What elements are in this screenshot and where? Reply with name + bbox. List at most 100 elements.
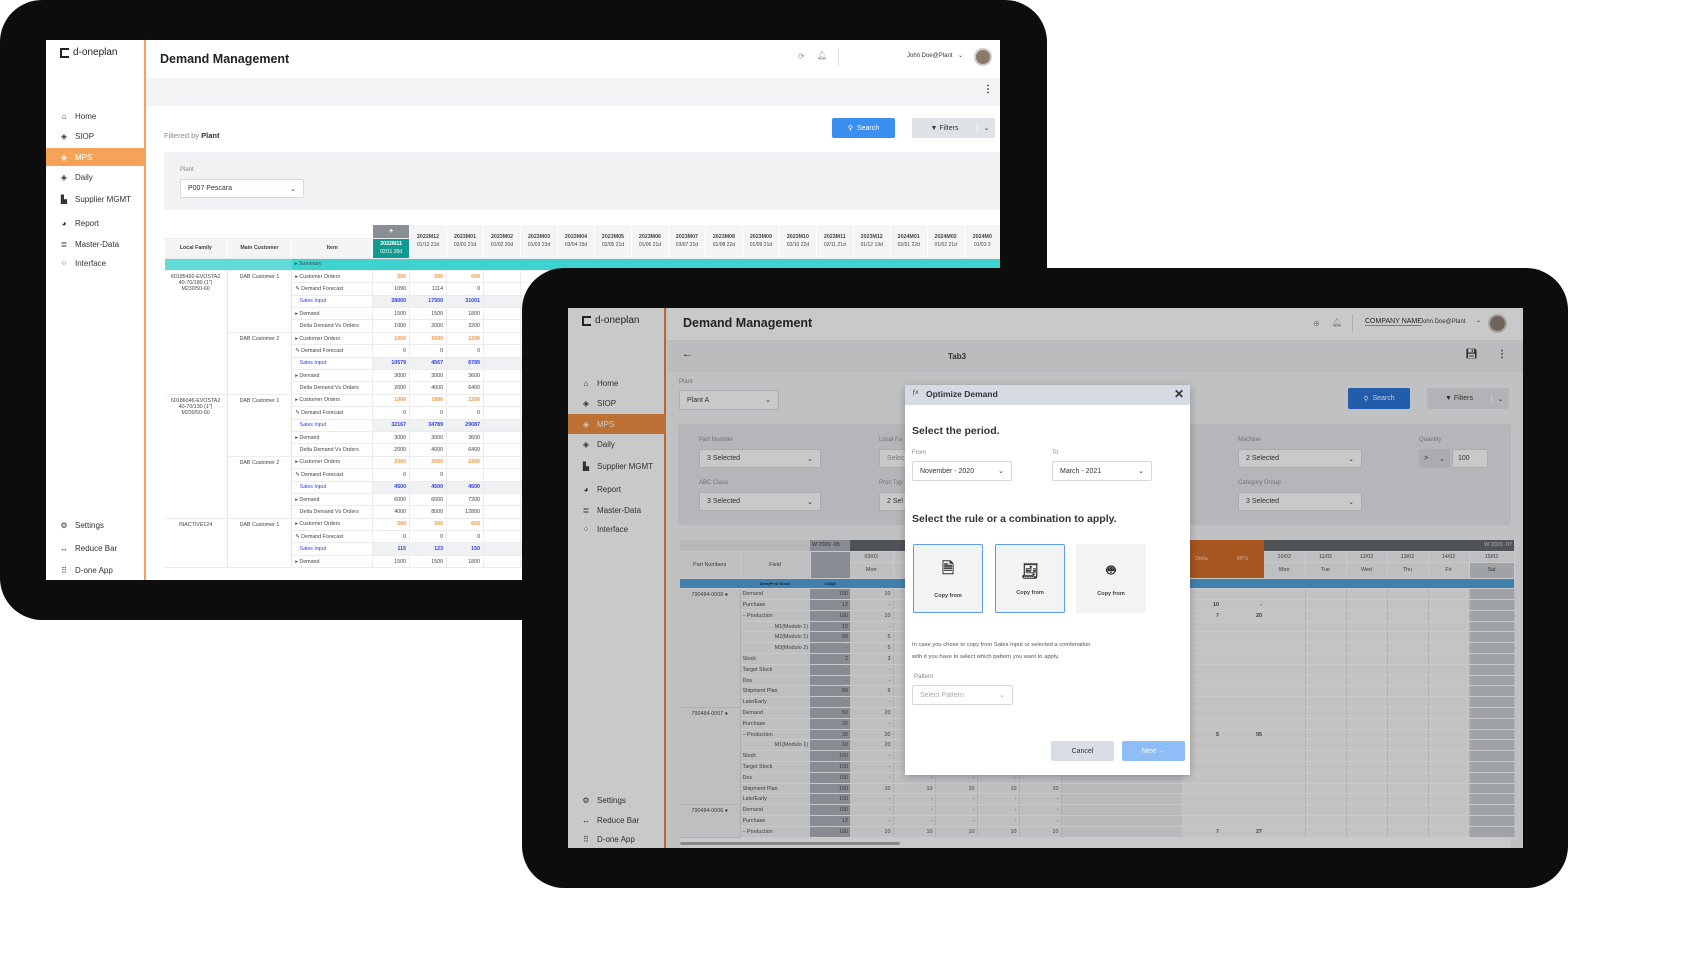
item-cell[interactable]: ▸ Demand — [291, 431, 373, 445]
value-cell: 2000 — [409, 319, 447, 333]
month-header[interactable]: 2023M02 01/02 20d — [483, 225, 521, 259]
sidebar-label: Supplier MGMT — [75, 194, 132, 204]
month-header[interactable]: 2023M07 03/07 21d — [667, 225, 706, 259]
month-header[interactable]: 2023M11 02/11 21d — [815, 225, 854, 259]
item-cell[interactable]: ▸ Customer Orders — [291, 456, 373, 470]
user-menu[interactable]: John Doe@Plant — [907, 53, 952, 59]
month-header[interactable]: 2022M12 01/12 21d — [409, 225, 447, 259]
to-select[interactable]: March - 2021 ⌄ — [1052, 461, 1152, 481]
value-cell[interactable] — [483, 357, 521, 371]
chevron-down-icon[interactable]: ⌄ — [977, 124, 995, 132]
value-cell[interactable]: 4567 — [409, 357, 447, 371]
value-cell: 1000 — [372, 319, 410, 333]
value-cell[interactable] — [483, 542, 521, 556]
item-cell[interactable]: ✎ Demand Forecast — [291, 406, 373, 420]
value-cell[interactable]: 6789 — [446, 357, 484, 371]
optimize-demand-modal: ƒx Optimize Demand ✕ Select the period. … — [905, 385, 1190, 775]
month-header[interactable]: 2024M01 02/01 22d — [889, 225, 928, 259]
filters-button[interactable]: ▼ Filters ⌄ — [912, 118, 995, 138]
value-cell[interactable]: 17500 — [409, 295, 447, 309]
item-label[interactable]: Sales Input — [300, 484, 327, 490]
next-button[interactable]: Next → — [1122, 741, 1185, 761]
item-cell[interactable]: ✎ Demand Forecast — [291, 344, 373, 358]
item-cell[interactable]: ✎ Demand Forecast — [291, 530, 373, 544]
sidebar-item-interface[interactable]: ⁘ Interface — [46, 254, 144, 272]
sidebar-item-reduce-bar[interactable]: ↔ Reduce Bar — [46, 539, 144, 557]
month-header[interactable]: 2023M06 01/06 21d — [630, 225, 669, 259]
month-header[interactable]: 2024M0 01/03 2 — [963, 225, 1000, 259]
rule-card-copy-sales[interactable]: 🗎 Copy from — [913, 544, 983, 613]
value-cell: 1500 — [372, 307, 410, 321]
search-button[interactable]: ⚲ Search — [832, 118, 895, 138]
summary-label[interactable]: ▸ Summary — [291, 258, 373, 271]
value-cell[interactable]: 10579 — [372, 357, 410, 371]
value-cell[interactable]: 4500 — [409, 481, 447, 494]
sidebar-item-supplier[interactable]: ▙ Supplier MGMT — [46, 190, 144, 208]
rule-card-copy-ai[interactable]: 🤖︎ Copy from — [1076, 544, 1146, 613]
close-icon[interactable]: ✕ — [1174, 387, 1184, 401]
sidebar-item-settings[interactable]: ⚙ Settings — [46, 516, 144, 534]
item-cell[interactable]: ▸ Demand — [291, 555, 373, 569]
month-header[interactable]: 2023M12 01/12 19d — [852, 225, 891, 259]
item-cell[interactable]: ✎ Demand Forecast — [291, 468, 373, 482]
item-cell[interactable]: ▸ Demand — [291, 307, 373, 321]
sidebar-item-daily[interactable]: ◈ Daily — [46, 168, 144, 186]
value-cell[interactable]: 31001 — [446, 295, 484, 309]
value-cell[interactable]: 123 — [409, 542, 447, 556]
month-header[interactable]: 2023M01 02/01 21d — [446, 225, 484, 259]
value-cell[interactable] — [483, 481, 521, 494]
value-cell[interactable]: 150 — [446, 542, 484, 556]
chevron-down-icon[interactable]: ⌄ — [958, 52, 963, 59]
sidebar-item-master-data[interactable]: ≣ Master-Data — [46, 235, 144, 253]
sidebar-item-report[interactable]: ◕ Report — [46, 214, 144, 232]
item-label[interactable]: Sales Input — [300, 422, 327, 428]
value-cell[interactable]: 32167 — [372, 419, 410, 432]
item-cell[interactable]: ✎ Demand Forecast — [291, 282, 373, 296]
value-cell[interactable]: 29087 — [446, 419, 484, 432]
refresh-icon[interactable]: ⟳ — [798, 52, 805, 61]
value-cell — [483, 530, 521, 544]
month-header[interactable]: 2023M04 03/04 15d — [556, 225, 595, 259]
item-cell[interactable]: ▸ Customer Orders — [291, 270, 373, 284]
sidebar-item-siop[interactable]: ◈ SIOP — [46, 127, 144, 145]
item-cell[interactable]: ▸ Customer Orders — [291, 518, 373, 532]
month-header[interactable]: 2023M09 01/09 21d — [741, 225, 780, 259]
pattern-select[interactable]: Select Pattern ⌄ — [912, 685, 1013, 705]
sidebar-item-mps[interactable]: ◈ MPS — [46, 148, 144, 166]
value-cell[interactable] — [483, 419, 521, 432]
month-header[interactable]: 2023M08 01/08 22d — [704, 225, 743, 259]
from-select[interactable]: November - 2020 ⌄ — [912, 461, 1012, 481]
sidebar-item-home[interactable]: ⌂ Home — [46, 107, 144, 125]
item-cell[interactable]: ▸ Demand — [291, 493, 373, 507]
kebab-menu-icon[interactable]: ⋮ — [983, 84, 993, 95]
add-column-button[interactable]: + — [372, 225, 410, 239]
value-cell[interactable]: 4500 — [372, 481, 410, 494]
sidebar-item-d-one-app[interactable]: ⠿ D-one App — [46, 561, 144, 579]
month-header[interactable]: 2023M10 02/10 22d — [778, 225, 817, 259]
item-label[interactable]: Sales Input — [300, 298, 327, 304]
item-cell[interactable]: ▸ Customer Orders — [291, 394, 373, 408]
item-label[interactable]: Sales Input — [300, 360, 327, 366]
month-header-current[interactable]: 2022M11 02/11 20d — [372, 238, 410, 259]
month-code: 2022M11 — [380, 241, 403, 247]
cancel-button[interactable]: Cancel — [1051, 741, 1114, 761]
value-cell[interactable]: 4500 — [446, 481, 484, 494]
value-cell[interactable]: 28000 — [372, 295, 410, 309]
value-cell[interactable]: 34789 — [409, 419, 447, 432]
value-cell[interactable] — [483, 295, 521, 309]
rule-card-copy-percent[interactable]: 🧾︎ Copy from — [995, 544, 1065, 613]
month-header[interactable]: 2023M05 02/05 21d — [593, 225, 632, 259]
avatar[interactable] — [974, 48, 992, 66]
month-dates: 01/12 21d — [416, 242, 440, 249]
item-cell[interactable]: ▸ Customer Orders — [291, 332, 373, 346]
plant-select[interactable]: P007 Pescara ⌄ — [180, 179, 304, 198]
item-label[interactable]: Sales Input — [300, 546, 327, 552]
value-cell[interactable]: 115 — [372, 542, 410, 556]
bell-icon[interactable]: 🔔︎ — [817, 51, 827, 60]
month-header[interactable]: 2024M02 01/02 21d — [926, 225, 965, 259]
item-cell[interactable]: ▸ Demand — [291, 369, 373, 383]
value-cell: 3200 — [446, 319, 484, 333]
month-header[interactable]: 2023M03 01/03 23d — [520, 225, 558, 259]
summary-spacer — [227, 258, 292, 271]
sidebar-label: Reduce Bar — [75, 543, 118, 553]
